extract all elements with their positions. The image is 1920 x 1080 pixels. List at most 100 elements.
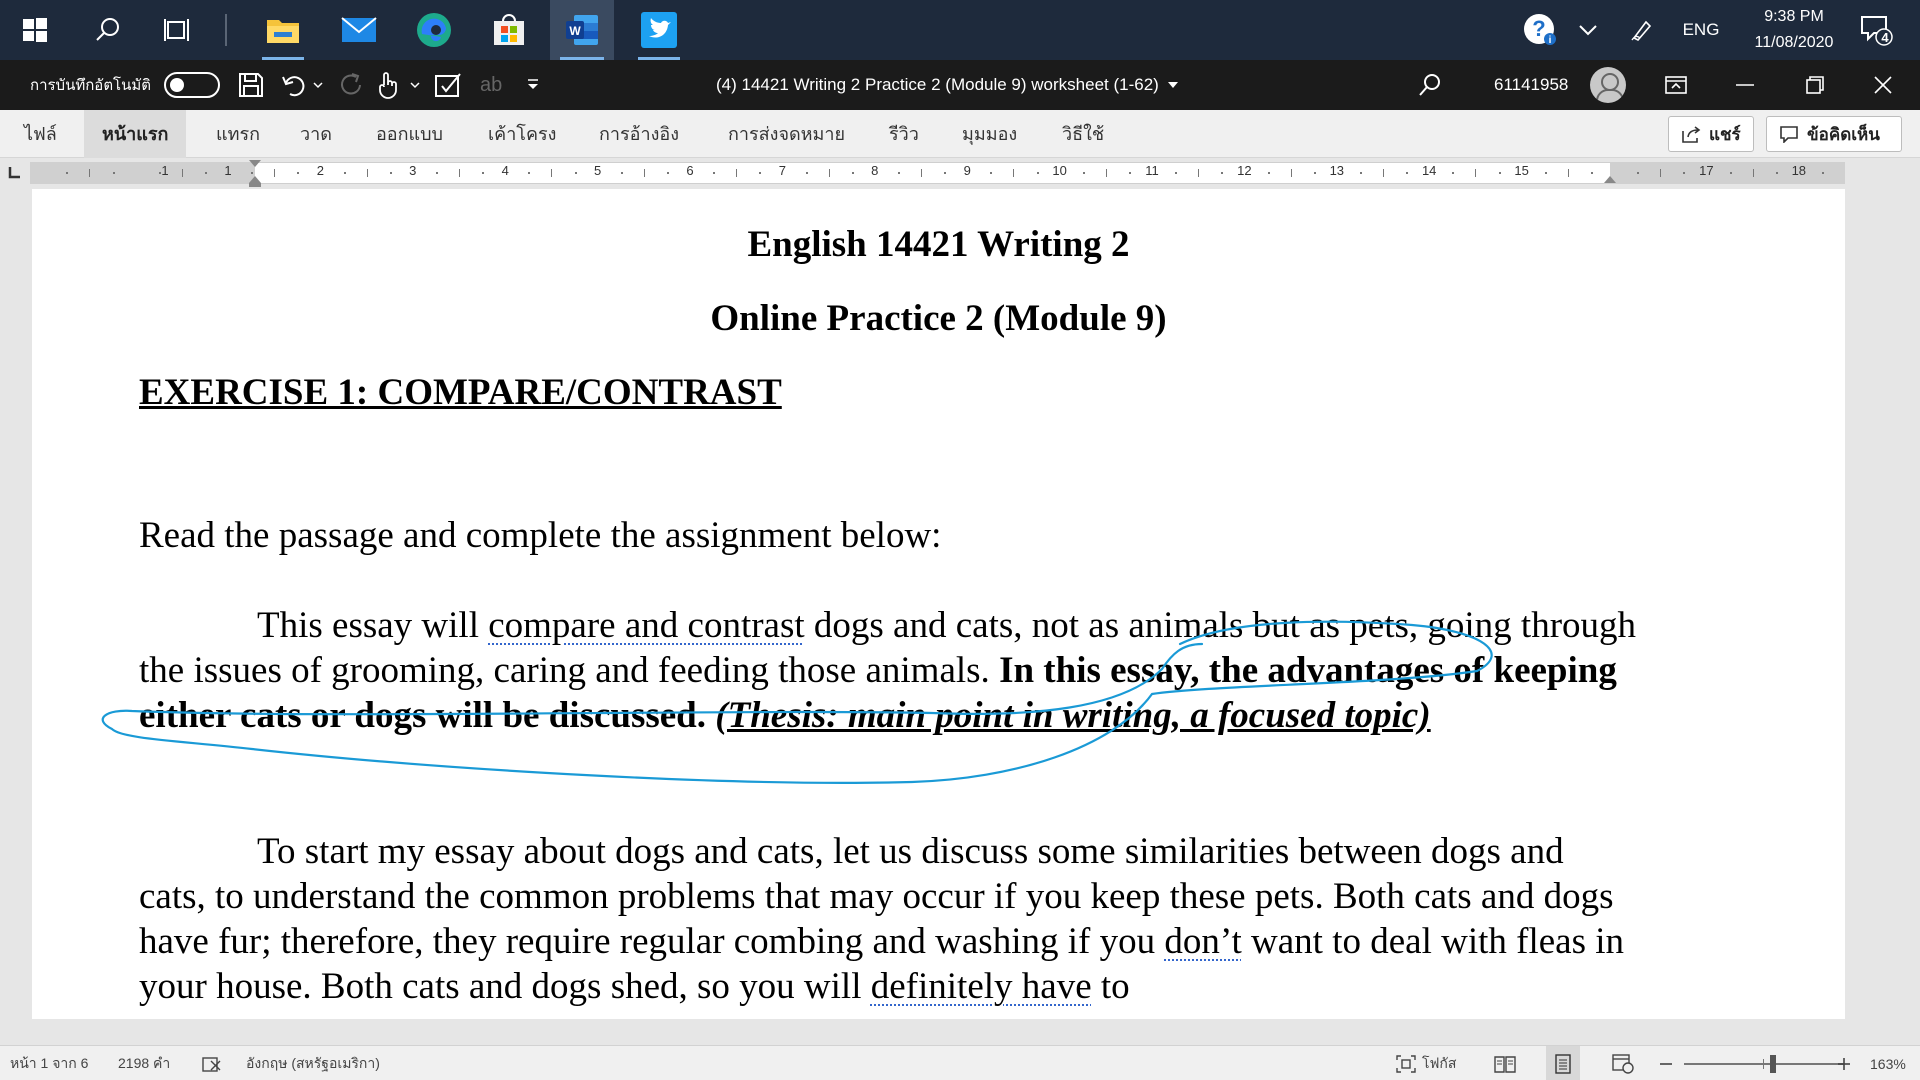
mail-icon bbox=[341, 17, 377, 42]
format-text-button[interactable]: ab bbox=[480, 60, 502, 110]
status-bar: หน้า 1 จาก 6 2198 คำ อังกฤษ (สหรัฐอเมริก… bbox=[0, 1045, 1920, 1080]
clock[interactable]: 9:38 PM 11/08/2020 bbox=[1744, 4, 1844, 56]
proofing-button[interactable] bbox=[202, 1046, 222, 1080]
focus-mode-button[interactable]: โฟกัส bbox=[1396, 1046, 1456, 1080]
avatar[interactable] bbox=[1590, 67, 1626, 103]
quick-access-customize[interactable] bbox=[526, 60, 540, 110]
ruler-number: 12 bbox=[1237, 163, 1252, 178]
tab-help[interactable]: วิธีใช้ bbox=[1048, 110, 1118, 158]
undo-button[interactable] bbox=[282, 60, 308, 110]
spelling-check-button[interactable] bbox=[434, 60, 462, 110]
tab-file[interactable]: ไฟล์ bbox=[10, 110, 71, 158]
document-title-group[interactable]: (4) 14421 Writing 2 Practice 2 (Module 9… bbox=[716, 60, 1179, 110]
zoom-out-button[interactable] bbox=[1660, 1046, 1672, 1080]
comments-label: ข้อคิดเห็น bbox=[1807, 124, 1880, 144]
p1-grammar-flag[interactable]: compare and contrast bbox=[488, 605, 804, 646]
autosave-toggle[interactable] bbox=[164, 72, 220, 98]
tab-layout[interactable]: เค้าโครง bbox=[474, 110, 570, 158]
redo-button[interactable] bbox=[338, 60, 364, 110]
taskbar-app-edge[interactable] bbox=[403, 0, 465, 60]
document-page[interactable]: English 14421 Writing 2 Online Practice … bbox=[32, 189, 1845, 1019]
language-status[interactable]: อังกฤษ (สหรัฐอเมริกา) bbox=[246, 1046, 380, 1080]
tab-draw[interactable]: วาด bbox=[286, 110, 346, 158]
ruler-dot bbox=[1359, 172, 1362, 174]
show-hidden-icons-button[interactable] bbox=[1568, 0, 1608, 60]
comments-button[interactable]: ข้อคิดเห็น bbox=[1766, 116, 1902, 152]
read-mode-button[interactable] bbox=[1494, 1046, 1516, 1080]
undo-dropdown[interactable] bbox=[313, 60, 323, 110]
help-tray-button[interactable]: ? i bbox=[1518, 0, 1562, 60]
search-icon bbox=[96, 18, 119, 41]
taskbar-app-twitter[interactable] bbox=[628, 0, 690, 60]
zoom-in-button[interactable] bbox=[1838, 1046, 1850, 1080]
redo-icon bbox=[341, 73, 361, 95]
tab-design[interactable]: ออกแบบ bbox=[362, 110, 457, 158]
right-indent-marker[interactable] bbox=[1604, 176, 1616, 183]
chevron-up-icon bbox=[1579, 25, 1597, 36]
tab-mailings[interactable]: การส่งจดหมาย bbox=[714, 110, 859, 158]
ribbon-display-options-button[interactable] bbox=[1664, 60, 1688, 110]
share-button[interactable]: แชร์ bbox=[1668, 116, 1754, 152]
tab-home[interactable]: หน้าแรก bbox=[84, 110, 187, 158]
word-count[interactable]: 2198 คำ bbox=[118, 1046, 170, 1080]
minus-icon bbox=[1660, 1062, 1672, 1065]
ruler-dot bbox=[1128, 172, 1131, 174]
start-button[interactable] bbox=[10, 0, 60, 60]
ruler-dot bbox=[1775, 172, 1778, 174]
tab-view[interactable]: มุมมอง bbox=[948, 110, 1031, 158]
ruler-tick bbox=[459, 169, 460, 177]
restore-button[interactable] bbox=[1806, 60, 1824, 110]
ruler-number: 9 bbox=[963, 163, 971, 178]
zoom-level[interactable]: 163% bbox=[1870, 1046, 1906, 1080]
minimize-button[interactable] bbox=[1736, 60, 1754, 110]
document-title: English 14421 Writing 2 bbox=[747, 224, 1130, 265]
taskbar-app-word[interactable]: W bbox=[550, 0, 614, 60]
ruler-dot bbox=[1082, 172, 1085, 174]
left-indent-marker[interactable] bbox=[249, 183, 261, 187]
pen-workspace-button[interactable] bbox=[1620, 0, 1664, 60]
tab-insert[interactable]: แทรก bbox=[202, 110, 274, 158]
ruler-dot bbox=[897, 172, 900, 174]
close-button[interactable] bbox=[1874, 60, 1892, 110]
taskbar-app-store[interactable] bbox=[478, 0, 540, 60]
ruler-dot bbox=[574, 172, 577, 174]
ruler-tick bbox=[1105, 169, 1107, 177]
taskbar: W ? i ENG 9:38 PM 11/08/2020 4 bbox=[0, 0, 1920, 60]
page-count[interactable]: หน้า 1 จาก 6 bbox=[10, 1046, 88, 1080]
taskbar-app-mail[interactable] bbox=[328, 0, 390, 60]
p2-grammar-flag-1[interactable]: don’t bbox=[1164, 921, 1241, 962]
hanging-indent-marker[interactable] bbox=[249, 176, 261, 183]
p2-grammar-flag-2[interactable]: definitely have bbox=[871, 966, 1092, 1007]
search-button[interactable] bbox=[1418, 60, 1442, 110]
document-title: (4) 14421 Writing 2 Practice 2 (Module 9… bbox=[716, 75, 1159, 94]
zoom-slider-thumb[interactable] bbox=[1770, 1054, 1776, 1073]
touch-mode-dropdown[interactable] bbox=[410, 60, 420, 110]
user-id[interactable]: 61141958 bbox=[1494, 60, 1568, 110]
search-button[interactable] bbox=[80, 0, 136, 60]
tab-review[interactable]: รีวิว bbox=[875, 110, 933, 158]
touch-mode-button[interactable] bbox=[376, 60, 398, 110]
zoom-slider[interactable] bbox=[1684, 1046, 1844, 1080]
tab-references[interactable]: การอ้างอิง bbox=[585, 110, 693, 158]
task-view-icon bbox=[164, 19, 189, 41]
focus-icon bbox=[1396, 1054, 1416, 1073]
first-line-indent-marker[interactable] bbox=[249, 160, 261, 167]
print-layout-button[interactable] bbox=[1546, 1046, 1580, 1080]
taskbar-app-file-explorer[interactable] bbox=[252, 0, 314, 60]
horizontal-ruler[interactable]: 1 1 2 3 4 5 6 7 8 9 10 11 12 13 14 15 17 18 bbox=[0, 159, 1920, 187]
paragraph-2: To start my essay about dogs and cats, l… bbox=[139, 829, 1639, 1009]
ruler-number: 18 bbox=[1791, 163, 1807, 178]
ruler-number: 3 bbox=[409, 163, 417, 178]
tab-selector[interactable] bbox=[6, 165, 22, 181]
store-icon bbox=[494, 14, 524, 45]
task-view-button[interactable] bbox=[150, 0, 206, 60]
restore-icon bbox=[1806, 76, 1824, 94]
svg-text:?: ? bbox=[1532, 16, 1545, 41]
language-indicator[interactable]: ENG bbox=[1676, 0, 1726, 60]
exercise-heading: EXERCISE 1: COMPARE/CONTRAST bbox=[139, 372, 782, 413]
action-center-button[interactable]: 4 bbox=[1848, 0, 1904, 60]
ruler-dot bbox=[1729, 172, 1732, 174]
p1-text-a: This essay will bbox=[257, 605, 489, 646]
save-button[interactable] bbox=[238, 60, 264, 110]
web-layout-button[interactable] bbox=[1612, 1046, 1634, 1080]
